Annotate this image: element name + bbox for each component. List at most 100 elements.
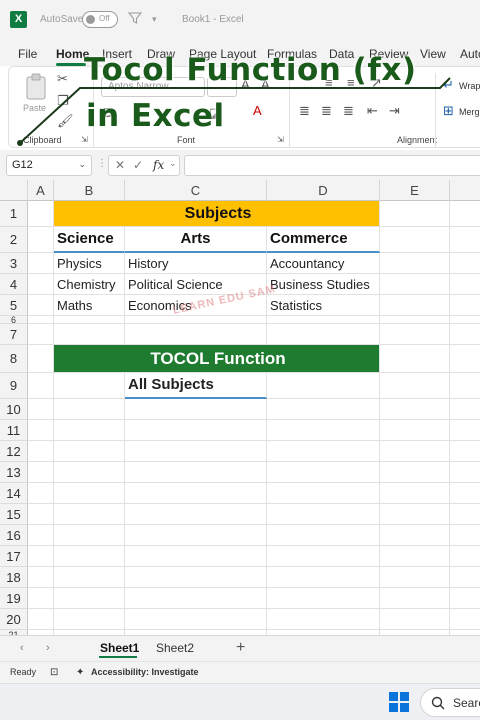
row-header[interactable]: 5 <box>0 295 28 316</box>
column-header-b[interactable]: B <box>54 180 125 201</box>
row-header[interactable]: 2 <box>0 227 28 253</box>
grid-cell[interactable] <box>267 324 380 345</box>
grid-cell[interactable] <box>125 441 267 462</box>
grid-cell[interactable] <box>28 345 54 373</box>
sheet-tab-sheet1[interactable]: Sheet1 <box>100 641 139 655</box>
grid-cell[interactable] <box>380 227 450 253</box>
row-header[interactable]: 16 <box>0 525 28 546</box>
row-header[interactable]: 7 <box>0 324 28 345</box>
row-header[interactable]: 19 <box>0 588 28 609</box>
grid-cell[interactable] <box>54 324 125 345</box>
grid-cell[interactable] <box>267 399 380 420</box>
column-header-e[interactable]: E <box>380 180 450 201</box>
grid-cell[interactable] <box>380 253 450 274</box>
grid-cell[interactable] <box>54 609 125 630</box>
next-sheet-icon[interactable]: › <box>46 642 50 654</box>
accessibility-status[interactable]: Accessibility: Investigate <box>91 667 199 677</box>
grid-cell[interactable] <box>125 483 267 504</box>
grid-cell[interactable] <box>28 567 54 588</box>
grid-cell[interactable] <box>267 504 380 525</box>
grid-cell[interactable] <box>450 609 480 630</box>
grid-cell[interactable] <box>125 609 267 630</box>
grid-cell[interactable] <box>54 399 125 420</box>
grid-cell[interactable] <box>54 567 125 588</box>
grid-cell[interactable] <box>450 345 480 373</box>
grid-cell[interactable] <box>54 441 125 462</box>
accessibility-icon[interactable]: ✦ <box>76 667 84 678</box>
grid-cell[interactable] <box>54 483 125 504</box>
cell-c2[interactable]: Arts <box>125 227 267 253</box>
cell-d5[interactable]: Statistics <box>267 295 380 316</box>
row-header[interactable]: 15 <box>0 504 28 525</box>
grid-cell[interactable] <box>450 201 480 227</box>
add-sheet-icon[interactable]: + <box>236 639 245 657</box>
grid-cell[interactable] <box>380 399 450 420</box>
grid-cell[interactable] <box>28 316 54 324</box>
grid-cell[interactable] <box>267 483 380 504</box>
grid-cell[interactable] <box>54 504 125 525</box>
grid-cell[interactable] <box>267 546 380 567</box>
grid-cell[interactable] <box>450 274 480 295</box>
select-all-corner[interactable] <box>0 180 28 201</box>
grid-cell[interactable] <box>380 274 450 295</box>
grid-cell[interactable] <box>450 483 480 504</box>
macro-record-icon[interactable]: ⊡ <box>50 667 58 678</box>
insert-function-icon[interactable]: fx <box>153 158 164 172</box>
grid-cell[interactable] <box>380 504 450 525</box>
grid-cell[interactable] <box>380 420 450 441</box>
column-header-d[interactable]: D <box>267 180 380 201</box>
grid-cell[interactable] <box>28 483 54 504</box>
row-header[interactable]: 4 <box>0 274 28 295</box>
grid-cell[interactable] <box>267 441 380 462</box>
row-header[interactable]: 18 <box>0 567 28 588</box>
grid-cell[interactable] <box>28 462 54 483</box>
grid-cell[interactable] <box>380 324 450 345</box>
formula-input[interactable] <box>184 155 480 176</box>
grid-cell[interactable] <box>28 201 54 227</box>
grid-cell[interactable] <box>28 295 54 316</box>
grid-cell[interactable] <box>267 588 380 609</box>
column-header-c[interactable]: C <box>125 180 267 201</box>
grid-cell[interactable] <box>450 227 480 253</box>
grid-cell[interactable] <box>380 373 450 399</box>
grid-cell[interactable] <box>28 253 54 274</box>
grid-cell[interactable] <box>28 525 54 546</box>
grid-cell[interactable] <box>380 546 450 567</box>
grid-cell[interactable] <box>267 462 380 483</box>
grid-cell[interactable] <box>54 373 125 399</box>
row-header[interactable]: 8 <box>0 345 28 373</box>
cell-c3[interactable]: History <box>125 253 267 274</box>
grid-cell[interactable] <box>380 483 450 504</box>
grid-cell[interactable] <box>125 525 267 546</box>
grid-cell[interactable] <box>125 546 267 567</box>
row-header[interactable]: 6 <box>0 316 28 325</box>
grid-cell[interactable] <box>125 588 267 609</box>
grid-cell[interactable] <box>125 316 267 324</box>
grid-cell[interactable] <box>125 420 267 441</box>
grid-cell[interactable] <box>28 504 54 525</box>
row-header[interactable]: 17 <box>0 546 28 567</box>
grid-cell[interactable] <box>125 324 267 345</box>
windows-start-icon[interactable] <box>389 692 409 712</box>
grid-cell[interactable] <box>28 609 54 630</box>
grid-cell[interactable] <box>28 324 54 345</box>
grid-cell[interactable] <box>54 588 125 609</box>
row-header[interactable]: 13 <box>0 462 28 483</box>
grid-cell[interactable] <box>125 567 267 588</box>
grid-cell[interactable] <box>380 525 450 546</box>
grid-cell[interactable] <box>267 420 380 441</box>
cell-b4[interactable]: Chemistry <box>54 274 125 295</box>
grid-cell[interactable] <box>380 345 450 373</box>
grid-cell[interactable] <box>28 373 54 399</box>
grid-cell[interactable] <box>267 525 380 546</box>
grid-cell[interactable] <box>28 420 54 441</box>
cell-d3[interactable]: Accountancy <box>267 253 380 274</box>
grid-cell[interactable] <box>380 567 450 588</box>
grid-cell[interactable] <box>28 546 54 567</box>
grid-cell[interactable] <box>267 567 380 588</box>
sheet-tab-sheet2[interactable]: Sheet2 <box>156 641 194 655</box>
grid-cell[interactable] <box>28 274 54 295</box>
row-header[interactable]: 12 <box>0 441 28 462</box>
grid-cell[interactable] <box>450 525 480 546</box>
grid-cell[interactable] <box>450 324 480 345</box>
